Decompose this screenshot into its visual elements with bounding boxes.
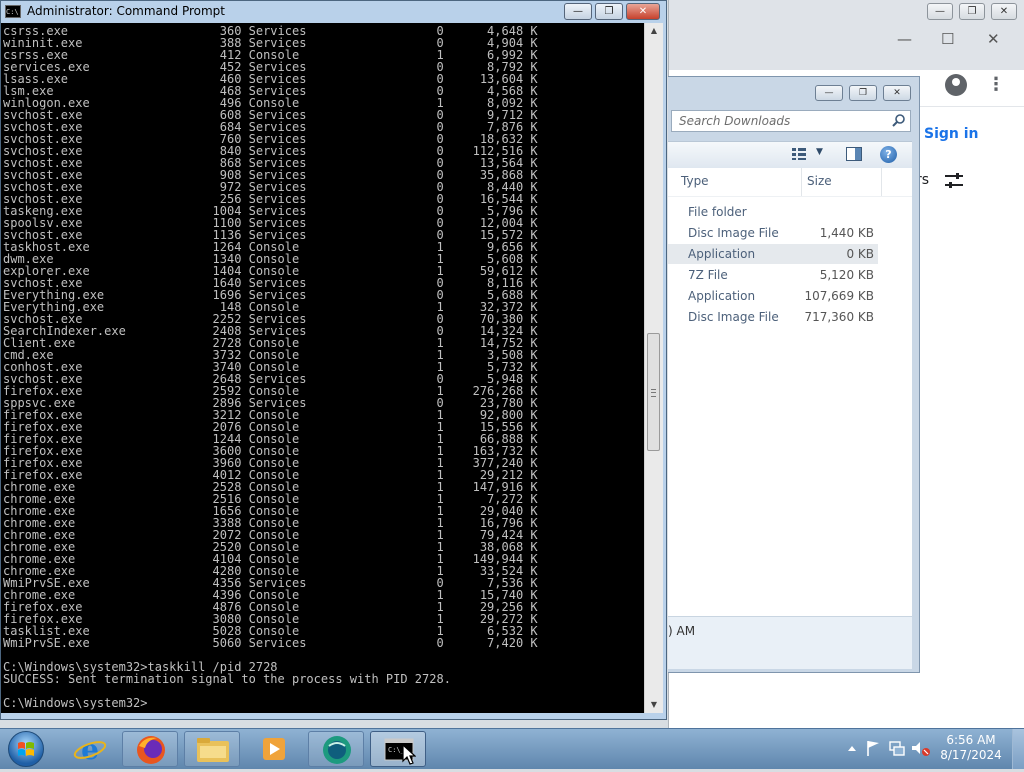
windows-explorer-taskbar-button[interactable]	[184, 731, 240, 767]
file-size: 107,669 KB	[804, 289, 874, 303]
preview-pane-icon[interactable]	[846, 147, 862, 161]
view-options-icon[interactable]	[792, 148, 806, 160]
scroll-up-arrow-icon[interactable]: ▲	[645, 23, 663, 39]
media-player-taskbar-button[interactable]	[246, 731, 302, 767]
windows-logo-icon	[8, 731, 44, 767]
console-scrollbar[interactable]: ▲ ▼	[644, 23, 663, 713]
profile-icon[interactable]	[945, 74, 967, 96]
explorer-window: — ❐ ✕ Search Downloads ▼ ? Type Size Fil…	[668, 76, 920, 673]
firefox-icon	[137, 736, 165, 764]
search-downloads-input[interactable]: Search Downloads	[671, 110, 911, 132]
file-row[interactable]: File folder	[668, 202, 878, 222]
explorer-close-button[interactable]: ✕	[883, 85, 911, 101]
file-list: Type Size File folder Disc Image File 1,4…	[668, 168, 912, 616]
tune-icon[interactable]	[944, 172, 964, 190]
show-desktop-button[interactable]	[1012, 729, 1024, 769]
taskbar-clock[interactable]: 6:56 AM 8/17/2024	[938, 733, 1004, 765]
scroll-thumb[interactable]	[647, 333, 660, 451]
file-size: 0 KB	[846, 247, 874, 261]
file-type: Application	[688, 289, 756, 303]
window-title: Administrator: Command Prompt	[27, 4, 225, 18]
outer-close-button[interactable]: ✕	[991, 3, 1017, 20]
file-size: 1,440 KB	[819, 226, 874, 240]
console-output[interactable]: csrss.exe 360 Services 0 4,648 K wininit…	[1, 23, 644, 713]
explorer-minimize-button[interactable]: —	[815, 85, 843, 101]
file-row-selected[interactable]: Application 0 KB	[668, 244, 878, 264]
cmd-maximize-button[interactable]: ❐	[595, 3, 623, 20]
action-center-flag-icon[interactable]	[867, 741, 879, 756]
sign-in-label: Sign in	[924, 126, 979, 142]
file-type: 7Z File	[688, 268, 728, 282]
cmd-title-bar[interactable]: C:\ Administrator: Command Prompt — ❐ ✕	[1, 1, 668, 23]
column-divider[interactable]	[881, 168, 882, 196]
clock-date: 8/17/2024	[940, 748, 1002, 762]
start-button[interactable]	[5, 730, 47, 768]
explorer-command-bar: ▼ ?	[668, 141, 912, 169]
clock-time: 6:56 AM	[946, 733, 996, 747]
command-prompt-taskbar-button[interactable]: C:\_	[370, 731, 426, 767]
mouse-cursor-icon	[402, 744, 416, 765]
cmd-app-icon[interactable]: C:\	[5, 5, 21, 18]
search-placeholder: Search Downloads	[679, 114, 791, 128]
column-header-type[interactable]: Type	[681, 174, 709, 188]
file-type: File folder	[688, 205, 747, 219]
sign-in-link[interactable]: Sign in	[912, 126, 1024, 146]
search-icon[interactable]	[892, 113, 906, 127]
file-size: 717,360 KB	[804, 310, 874, 324]
kebab-menu-icon[interactable]: ⋮	[987, 74, 1005, 95]
media-player-icon	[263, 738, 285, 760]
file-row[interactable]: Application 107,669 KB	[668, 286, 878, 306]
chrome-close-button[interactable]: ✕	[987, 30, 1000, 48]
firefox-taskbar-button[interactable]	[122, 731, 178, 767]
file-type: Disc Image File	[688, 310, 779, 324]
taskbar: e C:\_ 6:56 AM 8/17/2024	[0, 728, 1024, 769]
grip-icon	[651, 389, 656, 397]
network-icon[interactable]	[889, 741, 905, 756]
internet-explorer-taskbar-button[interactable]: e	[62, 731, 118, 767]
network-app-taskbar-button[interactable]	[308, 731, 364, 767]
cmd-close-button[interactable]: ✕	[626, 3, 660, 20]
volume-muted-icon[interactable]	[912, 742, 930, 756]
show-hidden-icons-icon[interactable]	[848, 746, 856, 751]
column-header-size[interactable]: Size	[807, 174, 832, 188]
details-pane: ) AM	[668, 616, 912, 669]
help-icon[interactable]: ?	[880, 146, 897, 163]
system-tray	[848, 741, 930, 756]
file-type: Application	[688, 247, 756, 261]
column-divider[interactable]	[801, 168, 802, 196]
globe-app-icon	[323, 736, 351, 764]
file-row[interactable]: 7Z File 5,120 KB	[668, 265, 878, 285]
file-size: 5,120 KB	[819, 268, 874, 282]
cmd-minimize-button[interactable]: —	[564, 3, 592, 20]
svg-text:e: e	[81, 733, 99, 766]
chrome-minimize-button[interactable]: —	[897, 30, 912, 48]
console-text: csrss.exe 360 Services 0 4,648 K wininit…	[3, 24, 538, 710]
folder-icon	[197, 738, 229, 762]
outer-minimize-button[interactable]: —	[927, 3, 953, 20]
command-prompt-window: C:\ Administrator: Command Prompt — ❐ ✕ …	[0, 0, 667, 720]
chevron-down-icon[interactable]: ▼	[816, 147, 823, 157]
internet-explorer-icon: e	[73, 733, 107, 766]
chrome-maximize-button[interactable]: ☐	[941, 30, 954, 48]
outer-restore-button[interactable]: ❐	[959, 3, 985, 20]
file-type: Disc Image File	[688, 226, 779, 240]
command-prompt-icon: C:\_	[384, 738, 414, 761]
scroll-down-arrow-icon[interactable]: ▼	[645, 697, 663, 713]
explorer-restore-button[interactable]: ❐	[849, 85, 877, 101]
file-row[interactable]: Disc Image File 717,360 KB	[668, 307, 878, 327]
details-date-fragment: ) AM	[668, 624, 696, 638]
file-row[interactable]: Disc Image File 1,440 KB	[668, 223, 878, 243]
